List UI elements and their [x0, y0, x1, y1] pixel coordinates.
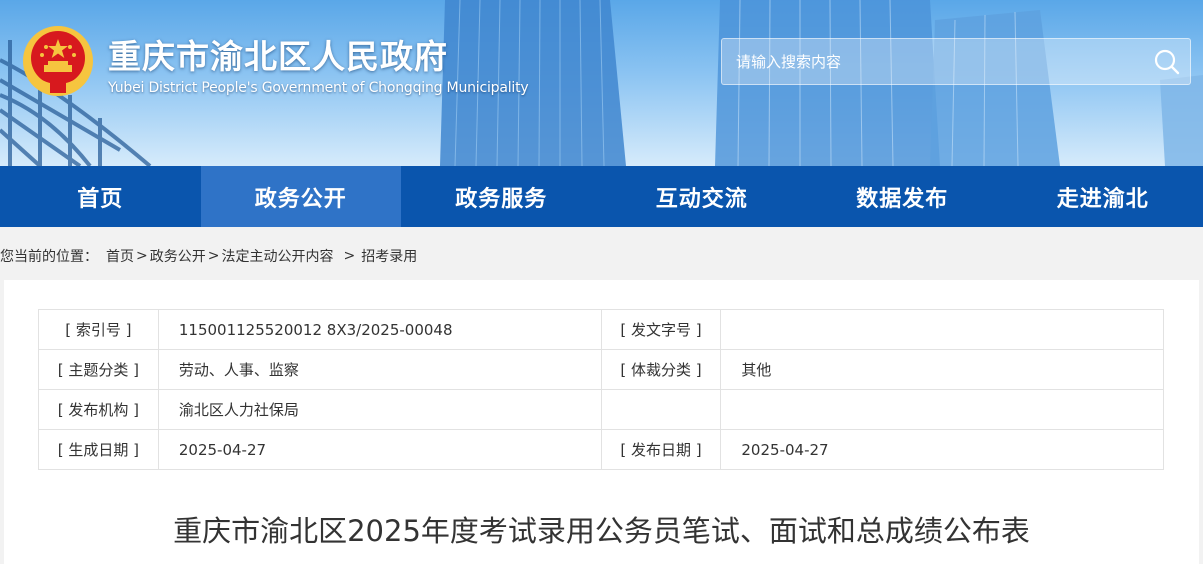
document-meta-table: [ 索引号 ] 115001125520012 8X3/2025-00048 […	[38, 309, 1164, 470]
main-nav: 首页 政务公开 政务服务 互动交流 数据发布 走进渝北	[0, 166, 1203, 227]
nav-item-about-yubei[interactable]: 走进渝北	[1003, 166, 1203, 227]
meta-label: [ 生成日期 ]	[38, 429, 159, 470]
breadcrumb-prefix: 您当前的位置：	[0, 249, 98, 265]
article-title: 重庆市渝北区2025年度考试录用公务员笔试、面试和总成绩公布表	[173, 514, 1030, 548]
table-row: [ 发布机构 ] 渝北区人力社保局	[38, 389, 1164, 430]
breadcrumb-government-affairs[interactable]: 政务公开	[150, 246, 206, 266]
meta-label: [ 发文字号 ]	[600, 309, 722, 350]
meta-label: [ 发布日期 ]	[600, 429, 722, 470]
national-emblem-icon	[23, 26, 93, 96]
breadcrumb-home[interactable]: 首页	[106, 246, 134, 266]
breadcrumb: 您当前的位置： 首页 > 政务公开 > 法定主动公开内容 > 招考录用	[0, 245, 417, 267]
header-banner: 重庆市渝北区人民政府 Yubei District People's Gover…	[0, 0, 1203, 166]
meta-value: 渝北区人力社保局	[157, 389, 602, 430]
nav-item-government-affairs-disclosure[interactable]: 政务公开	[200, 166, 401, 227]
meta-label: [ 索引号 ]	[38, 309, 159, 350]
meta-value	[720, 389, 1164, 430]
meta-value: 2025-04-27	[720, 429, 1164, 470]
breadcrumb-statutory-disclosure[interactable]: 法定主动公开内容	[221, 246, 333, 266]
meta-value: 115001125520012 8X3/2025-00048	[157, 309, 602, 350]
meta-label: [ 主题分类 ]	[38, 349, 159, 390]
table-row: [ 主题分类 ] 劳动、人事、监察 [ 体裁分类 ] 其他	[38, 349, 1164, 390]
site-subtitle: Yubei District People's Government of Ch…	[108, 80, 529, 96]
breadcrumb-separator: >	[343, 248, 356, 264]
nav-item-government-services[interactable]: 政务服务	[401, 166, 602, 227]
search-icon[interactable]	[1152, 47, 1182, 77]
meta-label	[600, 389, 722, 430]
table-row: [ 生成日期 ] 2025-04-27 [ 发布日期 ] 2025-04-27	[38, 429, 1164, 470]
breadcrumb-separator: >	[207, 248, 220, 264]
breadcrumb-separator: >	[136, 248, 148, 264]
meta-value: 劳动、人事、监察	[157, 349, 602, 390]
meta-label: [ 发布机构 ]	[38, 389, 159, 430]
meta-value: 其他	[720, 349, 1164, 390]
table-row: [ 索引号 ] 115001125520012 8X3/2025-00048 […	[38, 309, 1164, 350]
search-box	[721, 38, 1191, 85]
site-title[interactable]: 重庆市渝北区人民政府	[108, 30, 448, 78]
content-card: [ 索引号 ] 115001125520012 8X3/2025-00048 […	[4, 280, 1199, 564]
meta-value: 2025-04-27	[157, 429, 602, 470]
nav-item-data-release[interactable]: 数据发布	[802, 166, 1003, 227]
meta-value	[720, 309, 1164, 350]
nav-item-home[interactable]: 首页	[0, 166, 201, 227]
breadcrumb-recruitment[interactable]: 招考录用	[361, 246, 417, 266]
meta-label: [ 体裁分类 ]	[600, 349, 722, 390]
search-input[interactable]	[722, 39, 1132, 84]
nav-item-interaction[interactable]: 互动交流	[602, 166, 803, 227]
